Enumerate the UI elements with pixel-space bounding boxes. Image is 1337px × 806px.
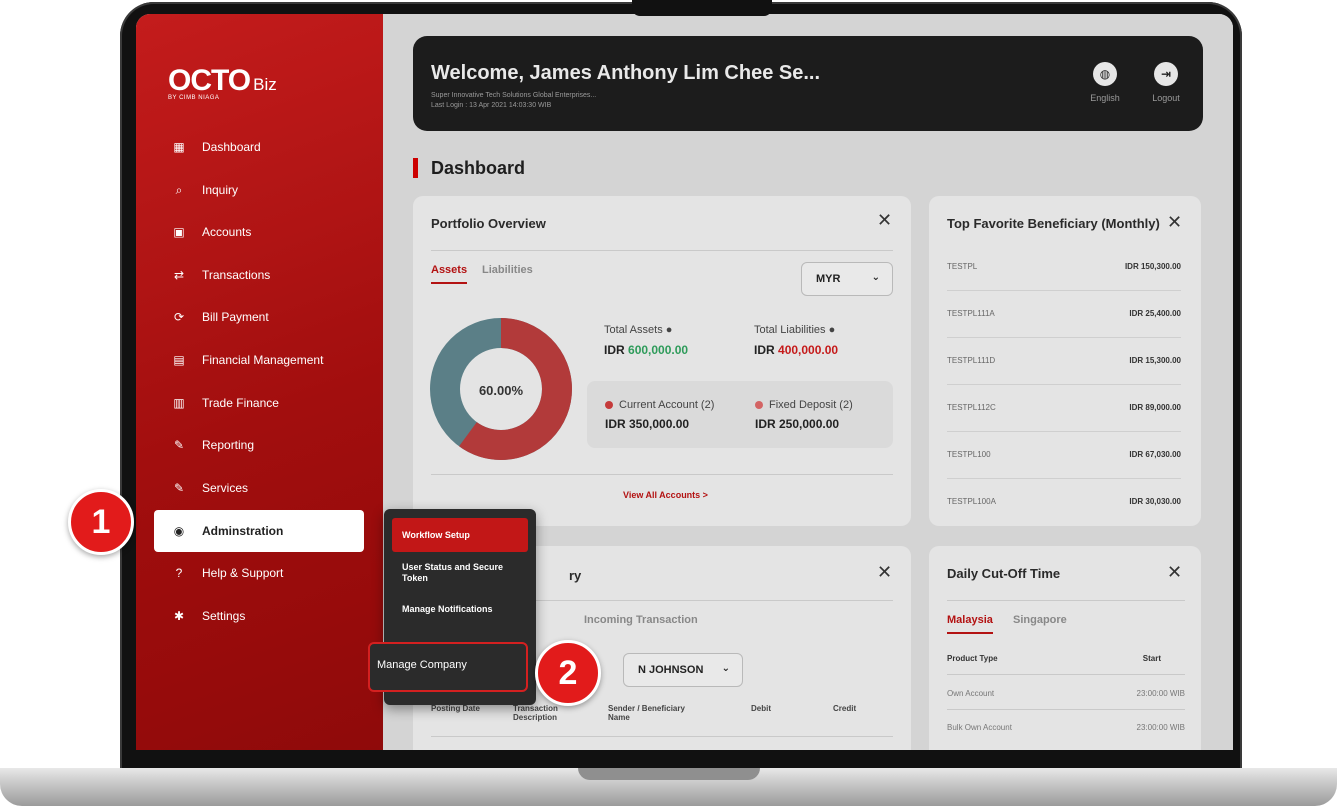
- sidebar: OCTO Biz BY CIMB NIAGA ▦ Dashboard ⌕ Inquir…: [136, 14, 383, 750]
- logout-label: Logout: [1152, 93, 1180, 103]
- language-label: English: [1090, 93, 1120, 103]
- sidebar-item-administration[interactable]: ◉ Adminstration: [154, 510, 364, 552]
- logo-suffix: Biz: [253, 75, 277, 94]
- info-icon: ●: [828, 324, 836, 336]
- cutoff-time-card: Daily Cut-Off Time ✕ Malaysia Singapore …: [929, 546, 1201, 750]
- tab-incoming-transaction[interactable]: Incoming Transaction: [584, 614, 698, 626]
- wrench-icon: ✎: [173, 438, 185, 452]
- sidebar-item-accounts[interactable]: ▣ Accounts: [154, 211, 364, 253]
- total-liabilities-value: IDR 400,000.00: [754, 343, 839, 357]
- sidebar-item-trade-finance[interactable]: ▥ Trade Finance: [154, 382, 364, 424]
- last-login: Last Login : 13 Apr 2021 14:03:30 WIB: [431, 102, 552, 109]
- close-icon[interactable]: ✕: [877, 562, 892, 583]
- gear-icon: ✱: [173, 609, 185, 623]
- beneficiary-card: Top Favorite Beneficiary (Monthly) ✕ TES…: [929, 196, 1201, 526]
- list-item: TESTPL100 IDR 67,030.00: [947, 432, 1181, 479]
- menu-item-manage-notifications[interactable]: Manage Notifications: [392, 604, 528, 615]
- sidebar-item-bill-payment[interactable]: ⟳ Bill Payment: [154, 296, 364, 338]
- tab-singapore[interactable]: Singapore: [1013, 614, 1067, 626]
- red-dot-icon: [605, 401, 613, 409]
- step-badge-1: 1: [68, 489, 134, 555]
- close-icon[interactable]: ✕: [877, 210, 892, 231]
- cutoff-header-row: Product Type Start: [947, 654, 1161, 663]
- page-title: Dashboard: [413, 158, 525, 179]
- currency-select[interactable]: MYR ⌄: [801, 262, 893, 296]
- tab-liabilities[interactable]: Liabilities: [482, 264, 533, 276]
- current-account-value: IDR 350,000.00: [605, 417, 690, 431]
- table-row: Bulk Own Account 23:00:00 WIB: [947, 723, 1185, 732]
- col-transaction-description: Transaction Description: [513, 704, 558, 722]
- view-all-accounts-link[interactable]: View All Accounts >: [623, 490, 708, 500]
- col-sender-beneficiary: Sender / Beneficiary Name: [608, 704, 685, 722]
- donut-percent: 60.00%: [479, 383, 524, 398]
- app-screen: OCTO Biz BY CIMB NIAGA ▦ Dashboard ⌕ Inquir…: [136, 14, 1233, 750]
- list-item: TESTPL100A IDR 30,030.00: [947, 497, 1181, 506]
- search-icon: ⌕: [175, 182, 183, 197]
- chevron-down-icon: ⌄: [721, 663, 730, 674]
- help-icon: ?: [175, 566, 183, 580]
- table-row: Own Account 23:00:00 WIB: [947, 689, 1185, 698]
- sidebar-item-transactions[interactable]: ⇄ Transactions: [154, 254, 364, 296]
- step-badge-2: 2: [535, 640, 601, 706]
- menu-item-manage-company[interactable]: Manage Company: [368, 642, 528, 692]
- sidebar-item-reporting[interactable]: ✎ Reporting: [154, 424, 364, 466]
- laptop-hinge: [578, 768, 760, 780]
- menu-item-user-status-secure-token[interactable]: User Status and Secure Token: [392, 562, 528, 584]
- sidebar-item-help-support[interactable]: ? Help & Support: [154, 552, 364, 594]
- user-circle-icon: ◉: [173, 524, 185, 538]
- company-name: Super Innovative Tech Solutions Global E…: [431, 92, 597, 99]
- col-debit: Debit: [751, 704, 771, 713]
- account-select[interactable]: N JOHNSON ⌄: [623, 653, 743, 687]
- sidebar-item-inquiry[interactable]: ⌕ Inquiry: [154, 169, 364, 211]
- transfer-icon: ⇄: [173, 268, 185, 282]
- current-account-label: Current Account (2): [605, 399, 714, 411]
- list-item: TESTPL112C IDR 89,000.00: [947, 385, 1181, 432]
- welcome-title: Welcome, James Anthony Lim Chee Se...: [431, 62, 821, 84]
- history-title: ry: [569, 568, 582, 583]
- total-liabilities-label: Total Liabilities ●: [754, 324, 836, 336]
- globe-icon: ◍: [1093, 62, 1117, 86]
- cutoff-title: Daily Cut-Off Time: [947, 566, 1061, 581]
- tab-assets[interactable]: Assets: [431, 264, 468, 284]
- wallet-icon: ▣: [173, 225, 185, 239]
- list-item: TESTPL IDR 150,300.00: [947, 244, 1181, 291]
- menu-item-workflow-setup[interactable]: Workflow Setup: [392, 518, 528, 552]
- welcome-subtitle: Super Innovative Tech Solutions Global E…: [431, 91, 596, 111]
- welcome-banner: Welcome, James Anthony Lim Chee Se... Su…: [413, 36, 1203, 131]
- col-credit: Credit: [833, 704, 857, 713]
- close-icon[interactable]: ✕: [1167, 562, 1182, 583]
- wrench-icon: ✎: [173, 481, 185, 495]
- info-icon: ●: [665, 324, 673, 336]
- pink-dot-icon: [755, 401, 763, 409]
- total-assets-value: IDR 600,000.00: [604, 343, 689, 357]
- sidebar-item-financial-management[interactable]: ▤ Financial Management: [154, 339, 364, 381]
- list-item: TESTPL111D IDR 15,300.00: [947, 338, 1181, 385]
- close-icon[interactable]: ✕: [1167, 212, 1182, 233]
- fixed-deposit-value: IDR 250,000.00: [755, 417, 840, 431]
- portfolio-card: Portfolio Overview ✕ Assets Liabilities …: [413, 196, 911, 526]
- language-button[interactable]: ◍ English: [1083, 62, 1127, 103]
- fixed-deposit-label: Fixed Deposit (2): [755, 399, 853, 411]
- col-posting-date: Posting Date: [431, 704, 480, 713]
- beneficiary-title: Top Favorite Beneficiary (Monthly): [947, 216, 1160, 231]
- list-item: TESTPL111A IDR 25,400.00: [947, 291, 1181, 338]
- account-breakdown-box: Current Account (2) IDR 350,000.00 Fixed…: [587, 381, 893, 448]
- sidebar-item-settings[interactable]: ✱ Settings: [154, 595, 364, 637]
- dashboard-icon: ▦: [173, 140, 185, 154]
- logout-icon: ⇥: [1154, 62, 1178, 86]
- tab-malaysia[interactable]: Malaysia: [947, 614, 993, 634]
- logout-button[interactable]: ⇥ Logout: [1144, 62, 1188, 103]
- sidebar-item-dashboard[interactable]: ▦ Dashboard: [154, 126, 364, 168]
- total-assets-label: Total Assets ●: [604, 324, 673, 336]
- camera-notch: [632, 0, 772, 16]
- portfolio-title: Portfolio Overview: [431, 216, 546, 231]
- brand-logo[interactable]: OCTO Biz BY CIMB NIAGA: [168, 64, 277, 101]
- bar-chart-icon: ▥: [173, 396, 185, 410]
- bill-icon: ⟳: [173, 310, 185, 324]
- folder-plus-icon: ▤: [173, 353, 185, 367]
- portfolio-donut: 60.00%: [430, 318, 572, 460]
- sidebar-item-services[interactable]: ✎ Services: [154, 467, 364, 509]
- logo-text: OCTO: [168, 64, 251, 97]
- chevron-down-icon: ⌄: [871, 272, 880, 283]
